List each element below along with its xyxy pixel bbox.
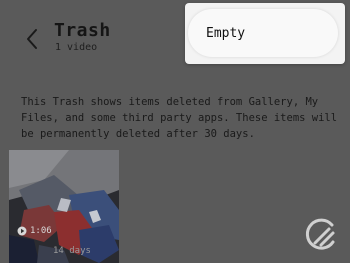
- trash-screen: Trash 1 video This Trash shows items del…: [0, 0, 350, 263]
- overflow-menu: Empty: [185, 3, 345, 64]
- video-play-icon: [17, 226, 27, 236]
- item-count: 1 video: [55, 42, 98, 53]
- duration-label: 1:06: [30, 226, 52, 236]
- video-duration: 1:06: [17, 226, 52, 236]
- days-remaining: 14 days: [53, 246, 91, 256]
- brand-logo-icon: [305, 218, 335, 250]
- empty-trash-menu-item[interactable]: Empty: [188, 9, 338, 57]
- page-title: Trash: [54, 20, 111, 41]
- chevron-left-icon: [27, 29, 37, 49]
- back-button[interactable]: [20, 26, 44, 52]
- trash-info-text: This Trash shows items deleted from Gall…: [21, 96, 338, 140]
- video-thumbnail[interactable]: 1:06 14 days: [9, 150, 119, 263]
